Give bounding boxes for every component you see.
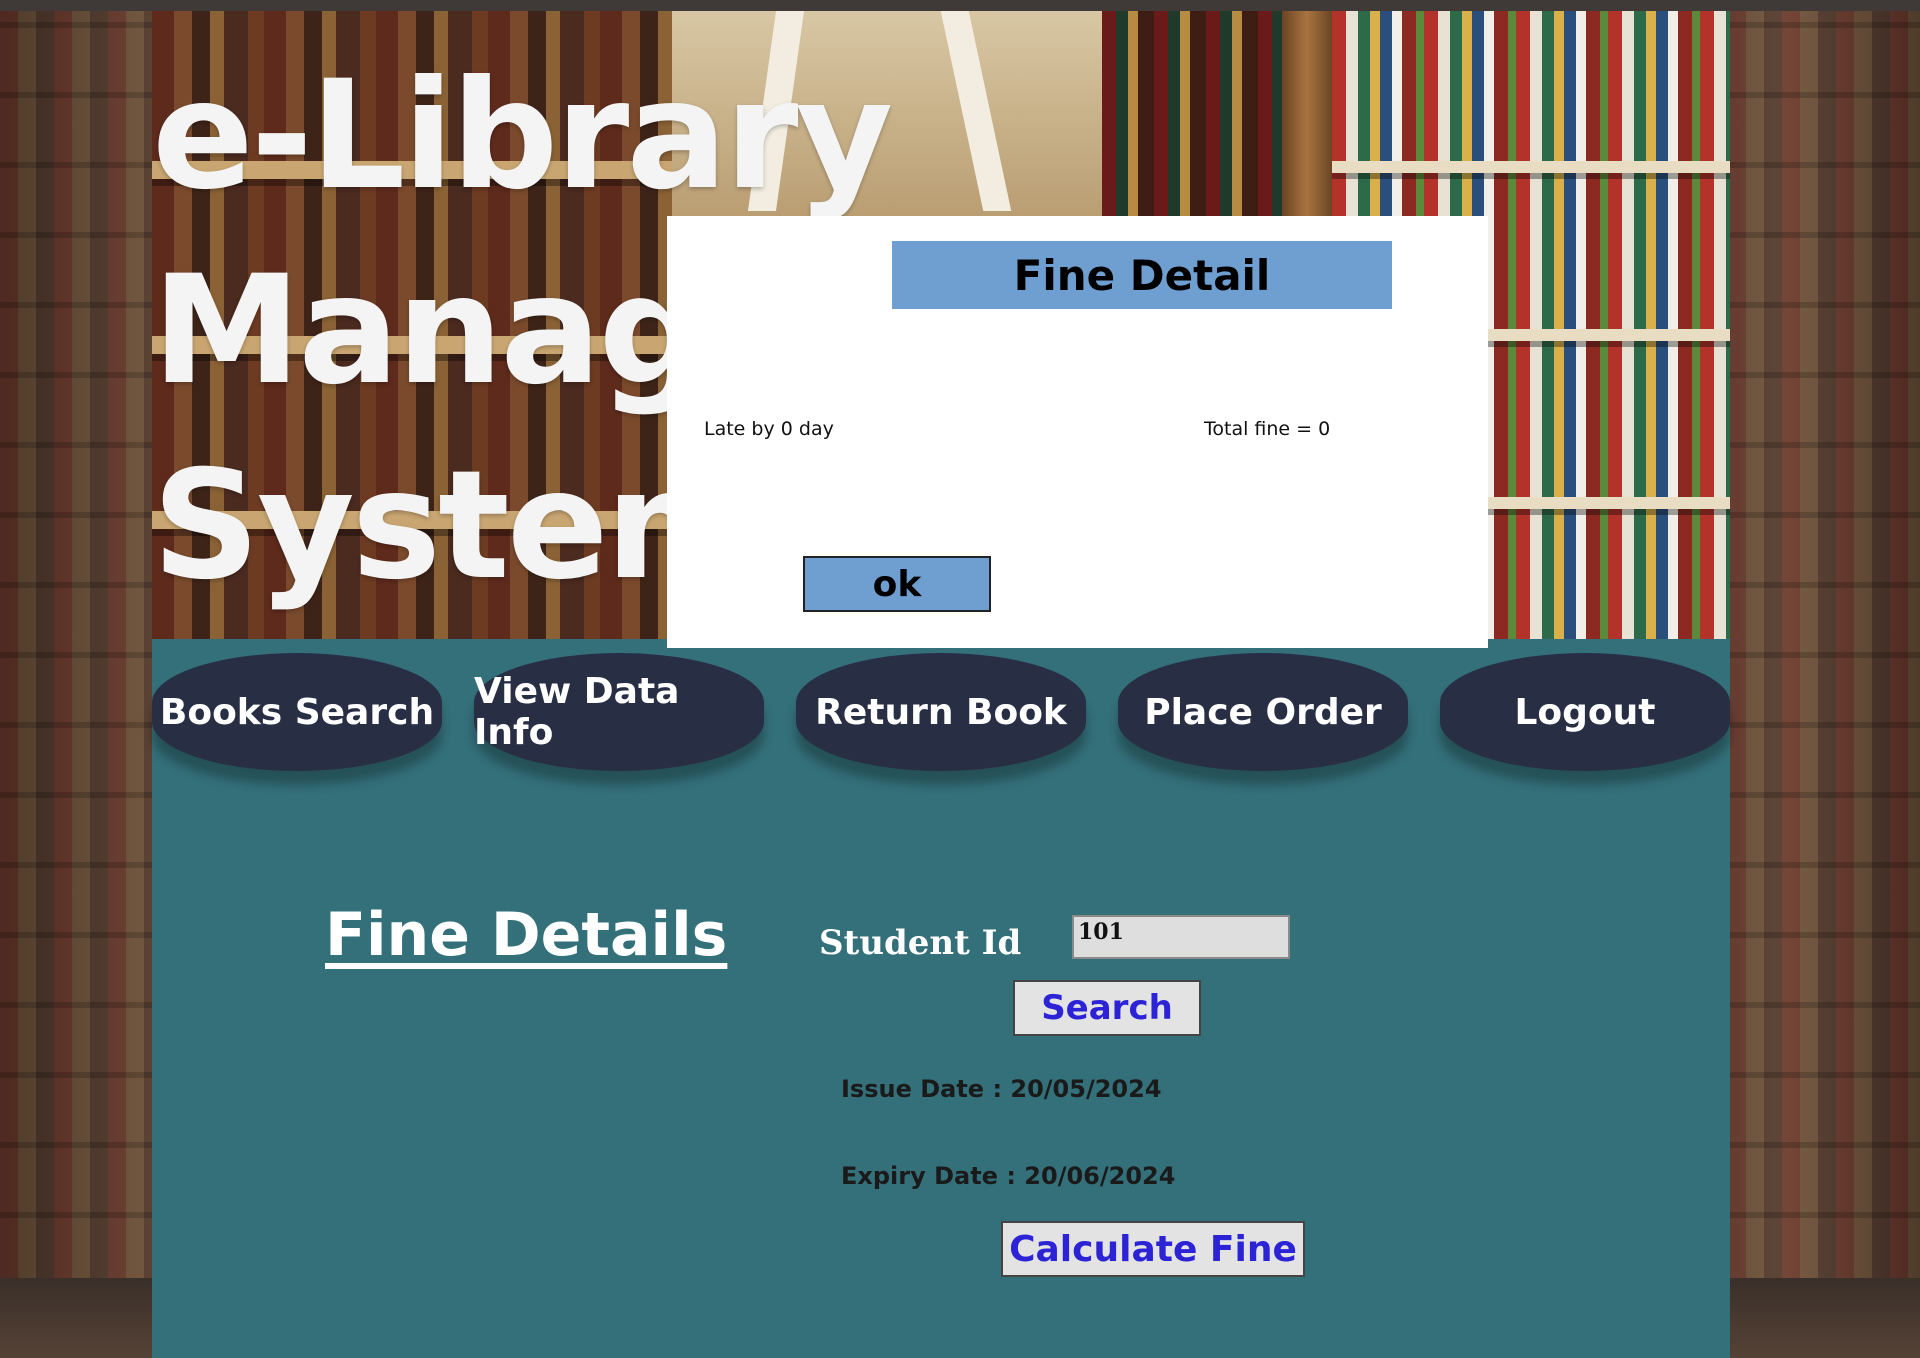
- dialog-title: Fine Detail: [892, 241, 1392, 309]
- issue-date-text: Issue Date : 20/05/2024: [841, 1075, 1162, 1103]
- expiry-date-text: Expiry Date : 20/06/2024: [841, 1162, 1176, 1190]
- main-panel: Books Search View Data Info Return Book …: [152, 639, 1730, 1358]
- nav-logout-button[interactable]: Logout: [1440, 653, 1730, 771]
- student-id-input[interactable]: 101: [1072, 915, 1290, 959]
- ok-button[interactable]: ok: [803, 556, 991, 612]
- nav-view-data-info-button[interactable]: View Data Info: [474, 653, 764, 771]
- nav-books-search-button[interactable]: Books Search: [152, 653, 442, 771]
- app-container: e-Library Management System Books Search…: [152, 11, 1730, 1358]
- late-days-text: Late by 0 day: [704, 418, 834, 440]
- nav-return-book-button[interactable]: Return Book: [796, 653, 1086, 771]
- app-title-line-1: e-Library: [152, 49, 893, 223]
- search-button[interactable]: Search: [1013, 980, 1201, 1036]
- total-fine-text: Total fine = 0: [1204, 418, 1331, 440]
- fine-detail-dialog: Fine Detail Late by 0 day Total fine = 0…: [667, 216, 1488, 648]
- browser-top-strip: [0, 0, 1920, 11]
- section-title: Fine Details: [325, 900, 728, 970]
- calculate-fine-button[interactable]: Calculate Fine: [1001, 1221, 1305, 1277]
- aisle-light: [940, 11, 1012, 211]
- student-id-label: Student Id: [819, 923, 1022, 963]
- nav-place-order-button[interactable]: Place Order: [1118, 653, 1408, 771]
